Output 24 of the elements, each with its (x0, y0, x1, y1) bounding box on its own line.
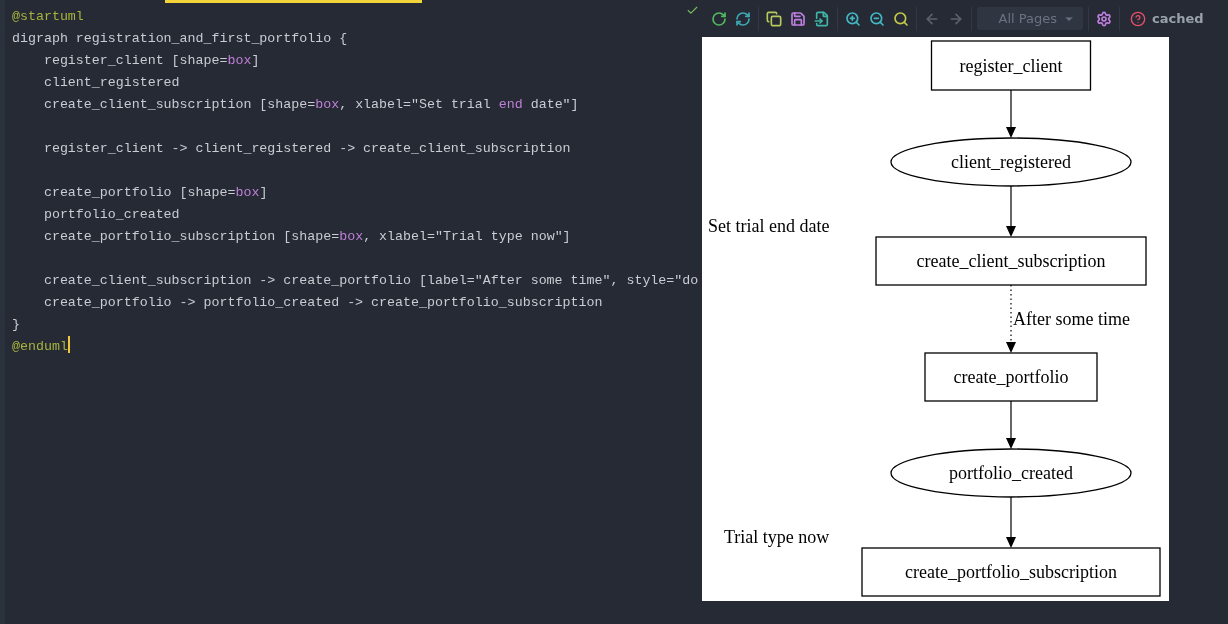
code-line: create_portfolio [shape=box] (42, 184, 269, 202)
node-label: client_registered (951, 152, 1071, 172)
node-label: create_portfolio_subscription (905, 562, 1117, 582)
code-line: create_portfolio -> portfolio_created -> create_portfolio_subscription (42, 294, 604, 312)
node-xlabel: Trial type now (724, 527, 830, 547)
code-line: create_client_subscription [shape=box, xlabel="Set trial end date"] (42, 96, 580, 114)
code-line: digraph registration_and_first_portfolio { (12, 30, 349, 48)
edge-label: After some time (1013, 309, 1130, 329)
status-text: cached (1152, 11, 1204, 26)
node-xlabel: Set trial end date (708, 216, 830, 236)
code-line: register_client -> client_registered -> create_client_subscription (42, 140, 572, 158)
node-label: create_client_subscription (916, 251, 1106, 271)
text-cursor (67, 336, 70, 353)
code-line: @enduml (12, 336, 700, 358)
code-line: create_client_subscription -> create_portfolio [label="After some time", style="do (42, 272, 700, 290)
code-line: client_registered (42, 74, 181, 92)
code-line: portfolio_created (42, 206, 181, 224)
node-label: create_portfolio (953, 367, 1069, 387)
code-line: create_portfolio_subscription [shape=box, xlabel="Trial type now"] (42, 228, 572, 246)
node-label: portfolio_created (949, 463, 1073, 483)
code-line: } (12, 316, 21, 334)
code-line: @startuml (12, 8, 85, 26)
code-line: register_client [shape=box] (42, 52, 261, 70)
node-label: register_client (959, 55, 1063, 76)
